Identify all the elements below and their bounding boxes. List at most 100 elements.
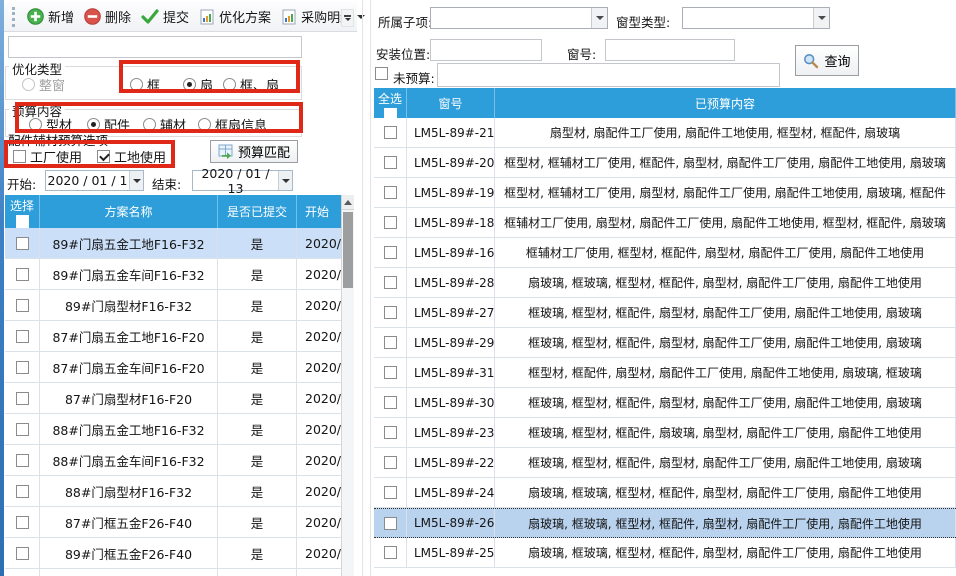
- plan-table-row[interactable]: 87#门扇五金工地F16-F20 是 2020/0: [5, 321, 354, 352]
- delete-button[interactable]: 删除: [79, 5, 136, 28]
- purchase-detail-button[interactable]: 采购明细: [276, 5, 370, 28]
- budget-table-row[interactable]: LM5L-89#-29F27 框玻璃, 框型材, 框配件, 扇型材, 扇配件工厂…: [374, 328, 956, 358]
- radio-option[interactable]: 整窗: [22, 75, 65, 94]
- budget-table-row[interactable]: LM5L-89#-25F23 扇玻璃, 框玻璃, 框型材, 框配件, 扇型材, …: [374, 538, 956, 568]
- radio-option[interactable]: 框、扇: [223, 75, 279, 94]
- row-checkbox[interactable]: [16, 423, 29, 436]
- date-start-picker[interactable]: 2020 / 01 / 1: [45, 170, 144, 191]
- row-checkbox[interactable]: [16, 330, 29, 343]
- toolbar-overflow-button[interactable]: [341, 9, 354, 27]
- plan-filter-input[interactable]: [8, 36, 302, 58]
- toolbar-grip[interactable]: [12, 7, 15, 27]
- window-no-cell: LM5L-89#-24F22: [407, 478, 495, 507]
- budget-table-row[interactable]: LM5L-89#-24F22 扇玻璃, 框玻璃, 框型材, 框配件, 扇型材, …: [374, 478, 956, 508]
- window-no-input[interactable]: [605, 39, 735, 61]
- row-checkbox[interactable]: [16, 547, 29, 560]
- plan-table-row[interactable]: 87#门扇型材F16-F20 是 2020/0: [5, 383, 354, 414]
- sub-item-combobox[interactable]: [430, 7, 608, 29]
- unbudgeted-input[interactable]: [437, 63, 780, 87]
- select-all-checkbox[interactable]: [384, 108, 397, 118]
- row-checkbox[interactable]: [384, 366, 397, 379]
- row-checkbox[interactable]: [16, 237, 29, 250]
- plan-table-row[interactable]: 89#门扇五金工地F16-F32 是 2020/0: [5, 228, 354, 259]
- row-checkbox[interactable]: [16, 268, 29, 281]
- row-checkbox[interactable]: [384, 456, 397, 469]
- row-checkbox[interactable]: [384, 246, 397, 259]
- add-button[interactable]: 新增: [22, 5, 79, 28]
- date-dropdown-button[interactable]: [129, 171, 143, 190]
- row-checkbox[interactable]: [16, 299, 29, 312]
- budget-match-icon: [218, 144, 233, 159]
- budget-table-row[interactable]: LM5L-89#-19F17 框型材, 框辅材工厂使用, 扇型材, 扇配件工厂使…: [374, 178, 956, 208]
- radio-option[interactable]: 框扇信息: [198, 115, 267, 134]
- row-checkbox[interactable]: [384, 336, 397, 349]
- plan-table-row[interactable]: 89#门扇型材F16-F32 是 2020/0: [5, 290, 354, 321]
- row-checkbox[interactable]: [384, 306, 397, 319]
- plan-name-cell: 89#门扇五金车间F16-F32: [40, 259, 218, 289]
- budget-table-row[interactable]: LM5L-89#-22F20 框玻璃, 框型材, 框配件, 扇型材, 扇配件工厂…: [374, 448, 956, 478]
- budget-table-row[interactable]: LM5L-89#-26F24 扇玻璃, 框玻璃, 框型材, 框配件, 扇型材, …: [374, 508, 956, 538]
- search-icon: [803, 53, 819, 69]
- plan-table-row[interactable]: 87#门框五金F26-F40 是 2020/0: [5, 507, 354, 538]
- scroll-up-button[interactable]: [342, 195, 354, 210]
- row-checkbox[interactable]: [16, 392, 29, 405]
- radio-option[interactable]: 框: [130, 75, 160, 94]
- row-checkbox[interactable]: [384, 396, 397, 409]
- row-checkbox[interactable]: [16, 361, 29, 374]
- plan-table-row[interactable]: 88#门扇型材F16-F32 是 2020/0: [5, 476, 354, 507]
- plan-table-row[interactable]: 88#门扇五金工地F16-F32 是 2020/0: [5, 414, 354, 445]
- plan-table-row[interactable]: 89#门扇五金车间F16-F32 是 2020/0: [5, 259, 354, 290]
- radio-option[interactable]: 辅材: [143, 115, 186, 134]
- row-checkbox[interactable]: [384, 426, 397, 439]
- window-type-combobox[interactable]: [682, 7, 830, 29]
- budget-table-row[interactable]: LM5L-89#-21F19 扇型材, 扇配件工厂使用, 扇配件工地使用, 框型…: [374, 118, 956, 148]
- budget-table-row[interactable]: LM5L-89#-20F18 框型材, 框辅材工厂使用, 框配件, 扇型材, 扇…: [374, 148, 956, 178]
- plan-name-cell: 89#门扇型材F16-F32: [40, 290, 218, 320]
- row-checkbox[interactable]: [384, 156, 397, 169]
- select-all-checkbox[interactable]: [16, 215, 29, 228]
- budget-table-row[interactable]: LM5L-89#-23F21 框玻璃, 框型材, 框配件, 扇玻璃, 扇型材, …: [374, 418, 956, 448]
- plan-table-row[interactable]: 87#门扇五金车间F16-F20 是 2020/0: [5, 352, 354, 383]
- checkbox-option[interactable]: 工厂使用: [13, 147, 82, 166]
- radio-option[interactable]: 扇: [183, 75, 213, 94]
- row-checkbox[interactable]: [384, 216, 397, 229]
- combo-dropdown-button[interactable]: [813, 8, 829, 28]
- unbudgeted-checkbox[interactable]: [375, 67, 388, 80]
- plan-table-row[interactable]: 88#门框五金F21-F40 是 2020/0: [5, 569, 354, 576]
- date-end-picker[interactable]: 2020 / 01 / 13: [192, 170, 293, 191]
- scrollbar-thumb[interactable]: [343, 212, 353, 288]
- budget-table-row[interactable]: LM5L-89#-18F16 框辅材工厂使用, 扇型材, 扇配件工厂使用, 扇配…: [374, 208, 956, 238]
- row-checkbox[interactable]: [384, 126, 397, 139]
- row-checkbox[interactable]: [384, 486, 397, 499]
- budget-table-row[interactable]: LM5L-89#-30F28 框玻璃, 框型材, 框配件, 扇型材, 扇配件工厂…: [374, 388, 956, 418]
- optimize-plan-button[interactable]: 优化方案: [194, 5, 276, 28]
- row-checkbox[interactable]: [384, 276, 397, 289]
- submit-button[interactable]: 提交: [136, 5, 194, 28]
- budget-table-row[interactable]: LM5L-89#-28F26 扇玻璃, 框玻璃, 框型材, 框配件, 扇型材, …: [374, 268, 956, 298]
- budget-match-button[interactable]: 预算匹配: [210, 140, 298, 163]
- vertical-scrollbar[interactable]: [341, 195, 354, 576]
- budgeted-content-cell: 框辅材工厂使用, 框型材, 框配件, 扇型材, 扇配件工厂使用, 扇配件工地使用: [495, 238, 956, 267]
- budget-table-row[interactable]: LM5L-89#-27F25 框玻璃, 框型材, 框配件, 扇型材, 扇配件工厂…: [374, 298, 956, 328]
- row-checkbox[interactable]: [384, 186, 397, 199]
- combo-dropdown-button[interactable]: [591, 8, 607, 28]
- row-checkbox[interactable]: [16, 454, 29, 467]
- query-button[interactable]: 查询: [795, 45, 859, 76]
- plan-table-row[interactable]: 89#门框五金F26-F40 是 2020/0: [5, 538, 354, 569]
- checkbox-option[interactable]: 工地使用: [97, 147, 166, 166]
- budget-table-header: 全选 窗号 已预算内容: [374, 88, 956, 118]
- row-checkbox[interactable]: [384, 546, 397, 559]
- budget-table-row[interactable]: LM5L-89#-31F29 框型材, 框配件, 扇型材, 扇配件工厂使用, 扇…: [374, 358, 956, 388]
- window-no-cell: LM5L-89#-31F29: [407, 358, 495, 387]
- row-checkbox[interactable]: [16, 485, 29, 498]
- docked-panel-strip[interactable]: [0, 0, 4, 576]
- panel-splitter[interactable]: [362, 0, 363, 576]
- install-position-input[interactable]: [430, 39, 542, 61]
- budget-table-row[interactable]: LM5L-89#-16F15 框辅材工厂使用, 框型材, 框配件, 扇型材, 扇…: [374, 238, 956, 268]
- row-checkbox[interactable]: [16, 516, 29, 529]
- plan-table-row[interactable]: 88#门扇五金车间F16-F32 是 2020/0: [5, 445, 354, 476]
- date-dropdown-button[interactable]: [278, 171, 292, 190]
- plan-name-cell: 87#门扇五金工地F16-F20: [40, 321, 218, 351]
- toolbar: 新增 删除 提交 优化方案 采购明细: [4, 2, 357, 32]
- row-checkbox[interactable]: [384, 517, 397, 530]
